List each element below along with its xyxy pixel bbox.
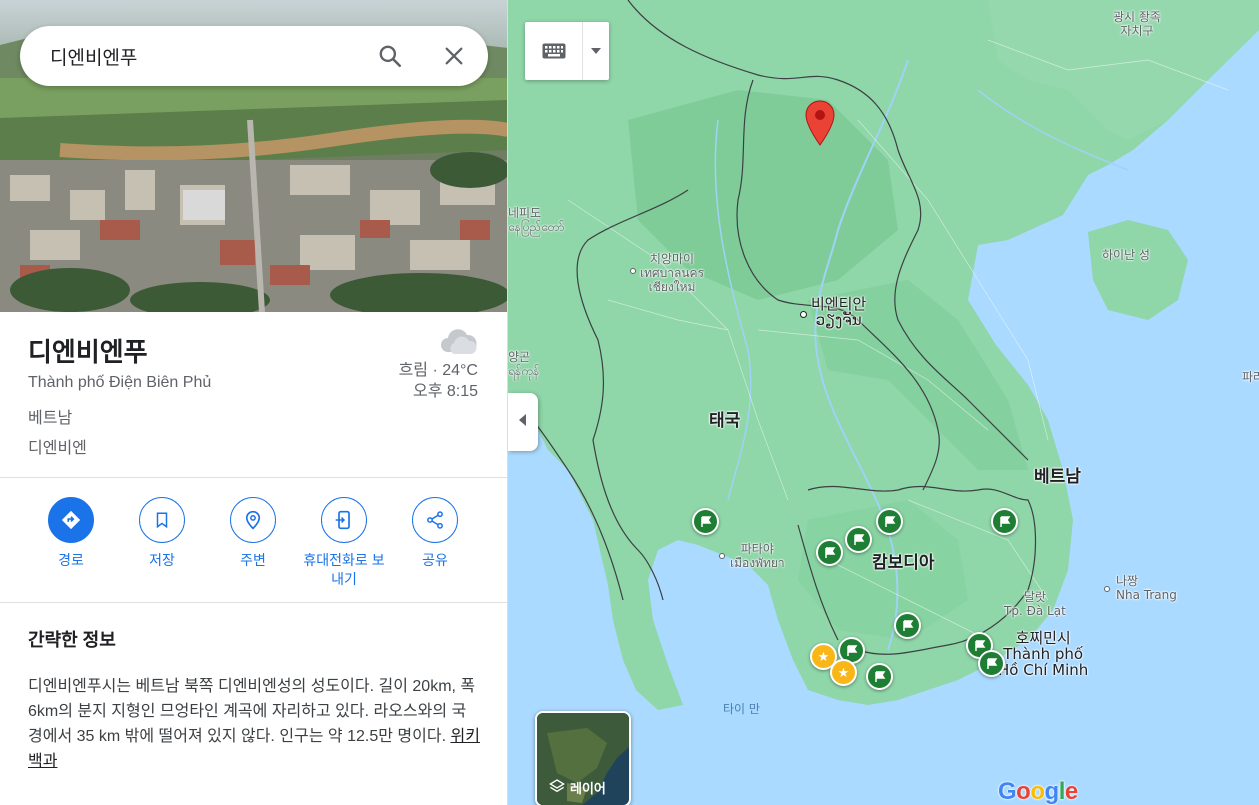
keyboard-icon[interactable] [525,22,583,80]
flag-pin-icon[interactable] [866,663,893,690]
share-icon [412,497,458,543]
flag-pin-icon[interactable] [692,508,719,535]
action-bar: 경로 저장 주변 휴대전화로 보 내기 공유 [0,479,507,603]
place-native-name: Thành phố Điện Biên Phủ [28,374,212,391]
nearby-label: 주변 [240,552,266,568]
directions-button[interactable]: 경로 [25,497,117,570]
weather-condition: 흐림 · 24°C [398,362,478,379]
maps-app: 디엔비엔푸 Thành phố Điện Biên Phủ 베트남 디엔비엔 흐… [0,0,1259,805]
map-label-guangxi[interactable]: 광시 좡족 자치구 [1113,10,1161,38]
map-label-hcmc[interactable]: 호찌민시 Thành phố Hồ Chí Minh [998,630,1088,678]
send-to-phone-button[interactable]: 휴대전화로 보 내기 [298,497,390,589]
google-logo: Google [998,778,1078,805]
flag-pin-icon[interactable] [894,612,921,639]
share-button[interactable]: 공유 [389,497,481,570]
share-label: 공유 [422,552,448,568]
map-label-naypyidaw[interactable]: 네피도 နေပြည်တော် [508,206,564,234]
about-text: 디엔비엔푸시는 베트남 북쪽 디엔비엔성의 성도이다. 길이 20km, 폭 6… [28,674,480,774]
place-panel: 디엔비엔푸 Thành phố Điện Biên Phủ 베트남 디엔비엔 흐… [0,0,508,805]
map-label-chiangmai[interactable]: 치앙마이 เทศบาลนคร เชียงใหม่ [640,252,704,294]
search-box [20,26,488,86]
search-icon[interactable] [375,41,405,71]
flag-pin-icon[interactable] [978,650,1005,677]
send-to-phone-label: 휴대전화로 보 내기 [303,552,385,587]
map-label-thailand[interactable]: 태국 [709,413,740,430]
place-header: 디엔비엔푸 Thành phố Điện Biên Phủ 베트남 디엔비엔 흐… [0,312,507,478]
about-body: 디엔비엔푸시는 베트남 북쪽 디엔비엔성의 성도이다. 길이 20km, 폭 6… [28,678,476,745]
weather-info: 흐림 · 24°C 오후 8:15 [399,360,478,402]
directions-label: 경로 [58,552,84,568]
about-title: 간략한 정보 [28,630,116,650]
layers-label: 레이어 [570,781,606,796]
map-label-pattaya[interactable]: 파타야 เมืองพัทยา [730,542,785,570]
location-marker-icon[interactable] [805,100,835,151]
search-input[interactable] [50,45,360,67]
chevron-left-icon [519,413,527,431]
place-province: 디엔비엔 [28,440,87,457]
map-label-vientiane[interactable]: 비엔티안 ວຽງຈັນ [811,296,866,328]
place-country: 베트남 [28,410,73,427]
local-time: 오후 8:15 [412,383,478,400]
nearby-icon [230,497,276,543]
cloud-icon [438,326,478,361]
map-canvas[interactable]: 광시 좡족 자치구 네피도 နေပြည်တော် 치앙마이 เทศบาลนคร … [508,0,1259,805]
input-tools-control [525,22,609,80]
map-label-dalat[interactable]: 달랏 Tp. Đà Lạt [1004,590,1066,618]
about-section: 간략한 정보 디엔비엔푸시는 베트남 북쪽 디엔비엔성의 성도이다. 길이 20… [0,604,507,805]
collapse-panel-button[interactable] [508,393,538,451]
map-label-hainan[interactable]: 하이난 성 [1102,248,1150,262]
flag-pin-icon[interactable] [991,508,1018,535]
star-pin-icon[interactable]: ★ [830,659,857,686]
layers-label-wrap: 레이어 [549,778,606,797]
layers-icon [549,778,565,797]
city-dot-icon [1104,586,1110,592]
city-dot-icon [630,268,636,274]
flag-pin-icon[interactable] [845,526,872,553]
map-label-gulf-of-thailand: 타이 만 [723,702,760,716]
capital-dot-icon [800,311,807,318]
send-to-phone-icon [321,497,367,543]
map-label-vietnam[interactable]: 베트남 [1034,469,1081,486]
directions-icon [48,497,94,543]
layers-button[interactable]: 레이어 [535,711,631,805]
save-button[interactable]: 저장 [116,497,208,570]
flag-pin-icon[interactable] [816,539,843,566]
bookmark-icon [139,497,185,543]
map-label-yangon[interactable]: 양곤 ရန်ကုန် [508,350,539,378]
chevron-down-icon[interactable] [583,22,609,80]
map-label-edge: 파라 [1242,370,1259,384]
flag-pin-icon[interactable] [876,508,903,535]
nearby-button[interactable]: 주변 [207,497,299,570]
map-label-nhatrang[interactable]: 나짱 Nha Trang [1116,574,1177,602]
save-label: 저장 [149,552,175,568]
city-dot-icon [719,553,725,559]
map-label-cambodia[interactable]: 캄보디아 [872,555,935,572]
close-icon[interactable] [439,41,469,71]
place-title: 디엔비엔푸 [28,337,148,367]
